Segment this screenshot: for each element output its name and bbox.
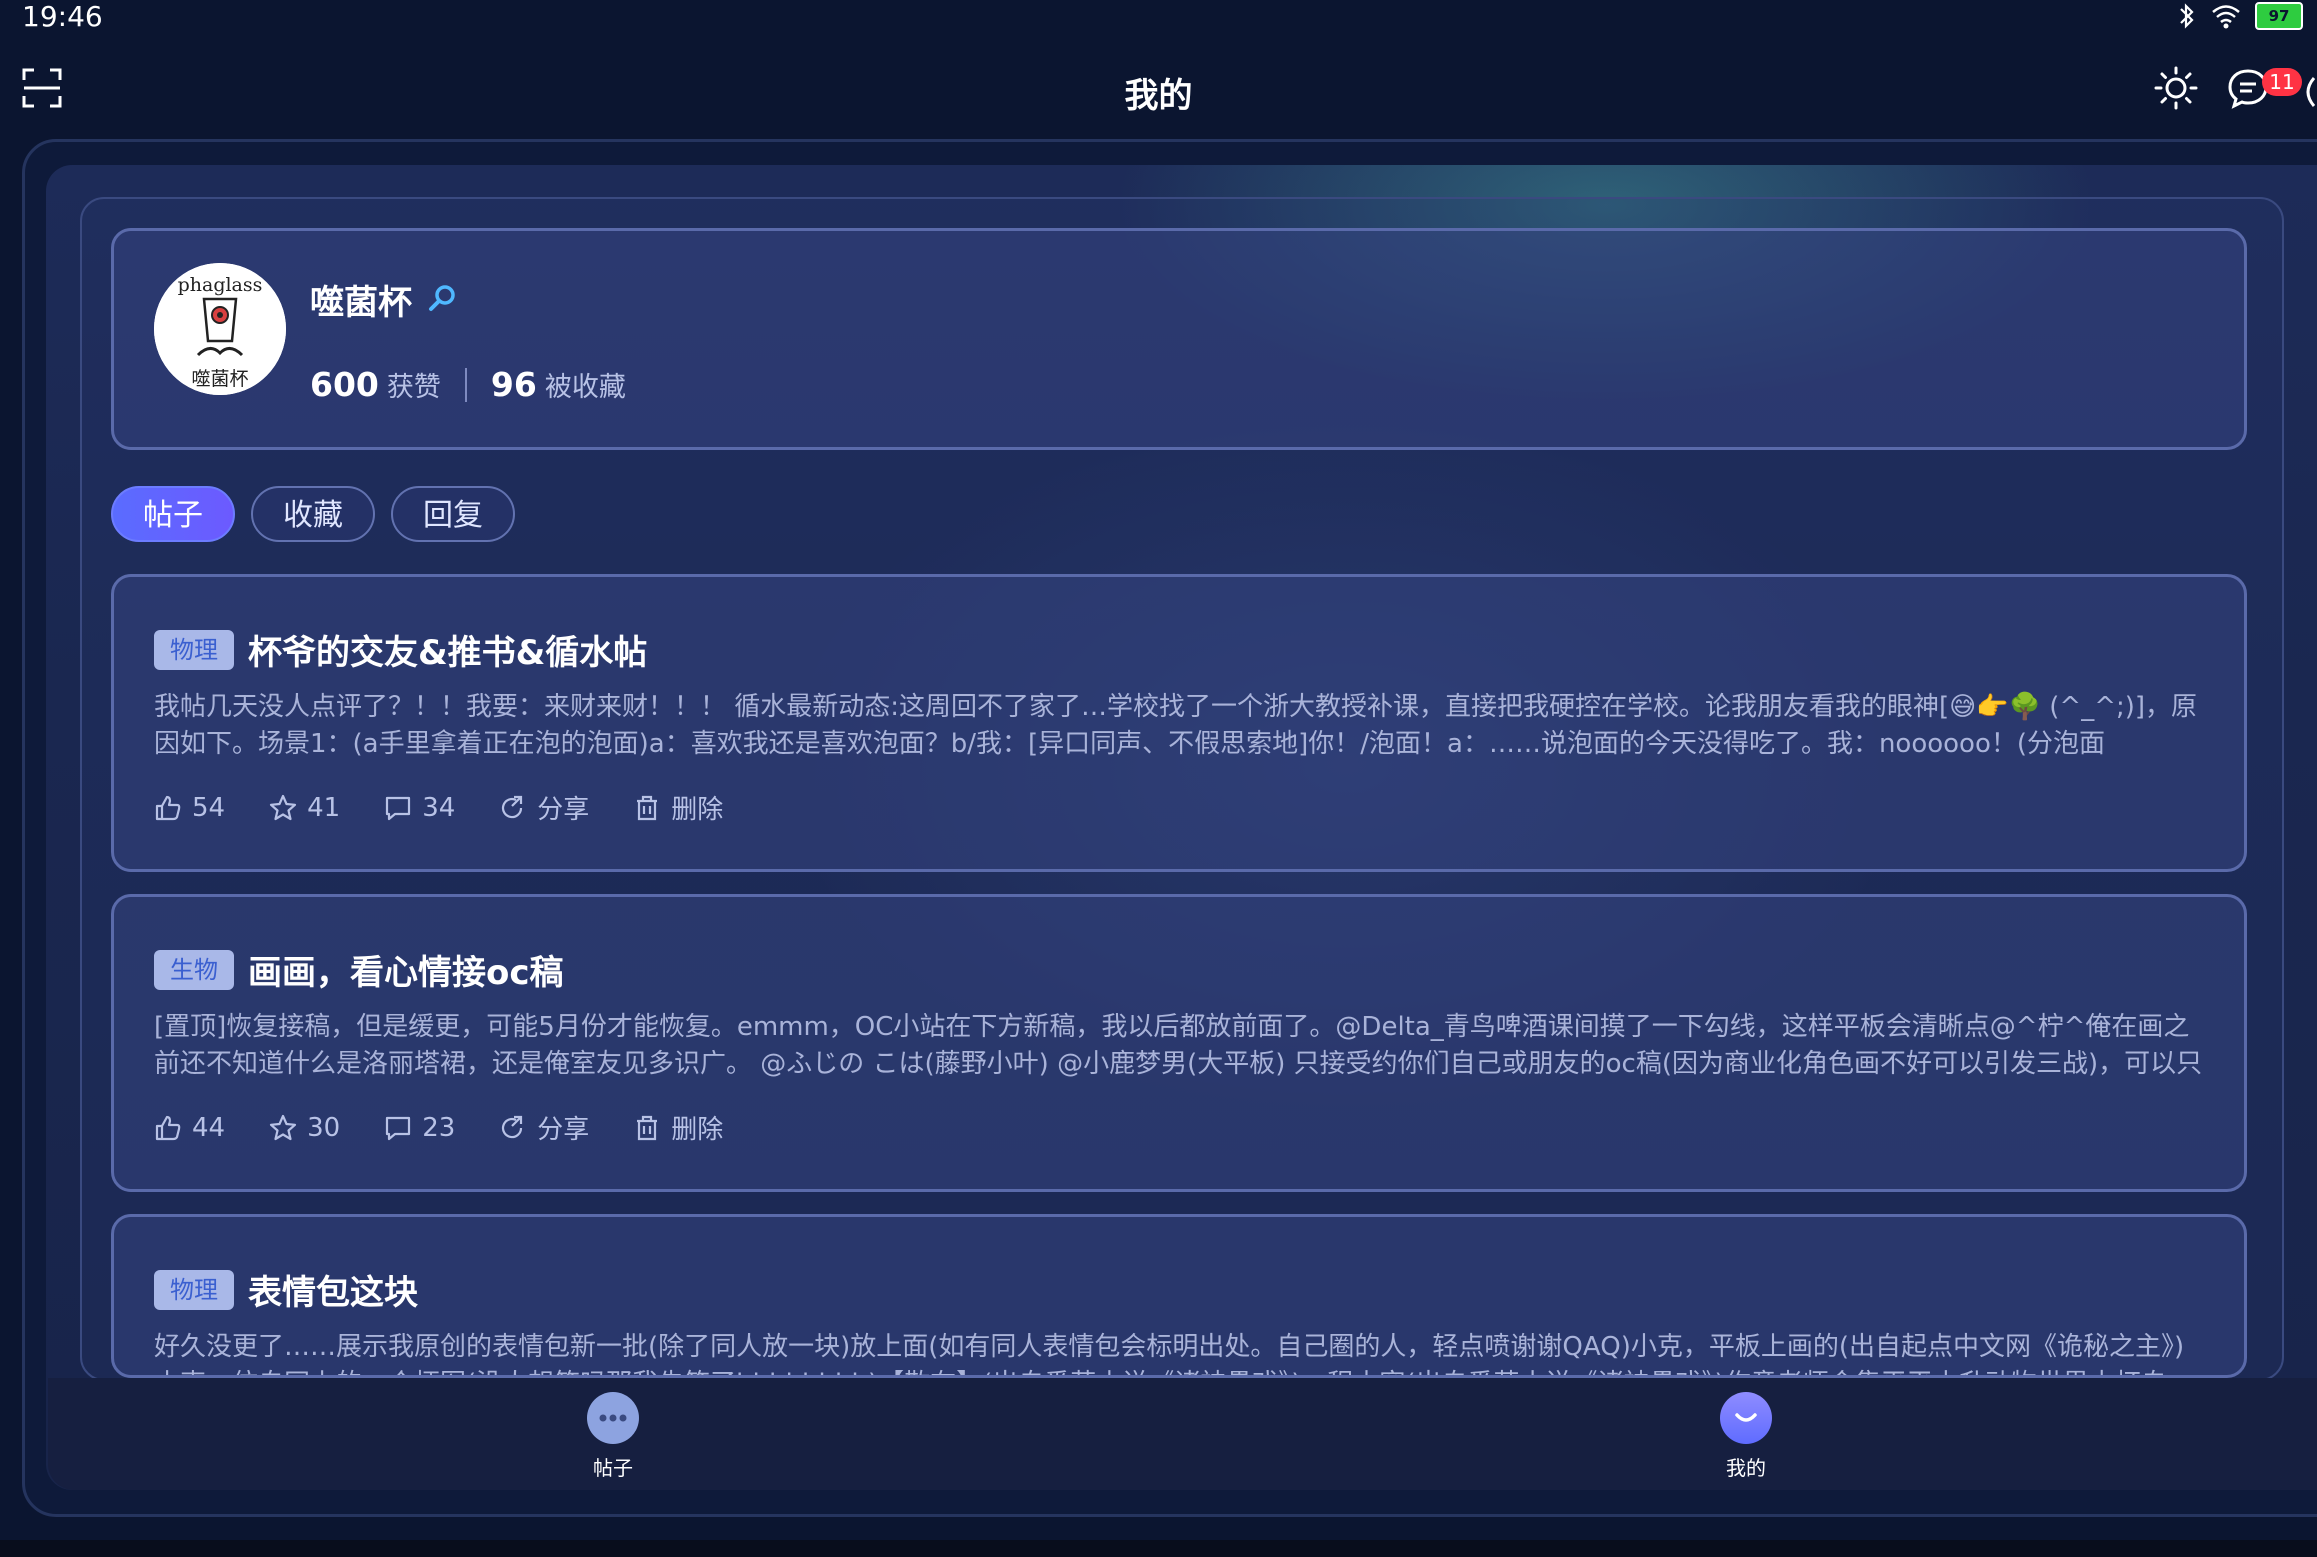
post-header: 物理 杯爷的交友&推书&循水帖 [154, 625, 647, 674]
trash-icon [637, 795, 658, 820]
tab-favorites[interactable]: 收藏 [251, 486, 375, 542]
share-icon [502, 1115, 523, 1138]
comment-icon [386, 1116, 411, 1140]
top-bar: 我的 11 [0, 48, 2317, 138]
system-bottom-bar [0, 1540, 2317, 1557]
like-button[interactable]: 54 [154, 793, 225, 823]
delete-label: 删除 [671, 1115, 724, 1145]
nav-mine[interactable]: 我的 [1686, 1392, 1806, 1481]
trash-icon [637, 1115, 658, 1140]
comment-count: 23 [422, 1112, 456, 1143]
delete-button[interactable]: 删除 [633, 1109, 723, 1146]
star-button[interactable]: 30 [269, 1113, 340, 1143]
post-card[interactable]: 生物 画画，看心情接oc稿 [置顶]恢复接稿，但是缓更，可能5月份才能恢复。em… [111, 894, 2247, 1192]
post-body[interactable]: [置顶]恢复接稿，但是缓更，可能5月份才能恢复。emmm，OC小站在下方新稿，我… [154, 1009, 2210, 1083]
like-count: 54 [192, 792, 226, 823]
profile-stats: 600 获赞 96 被收藏 [310, 365, 626, 404]
message-badge: 11 [2262, 68, 2302, 96]
post-body[interactable]: 好久没更了……展示我原创的表情包新一批(除了同人放一块)放上面(如有同人表情包会… [154, 1329, 2210, 1375]
avatar[interactable]: phaglass 噬菌杯 [154, 263, 286, 395]
profile-face-icon [1720, 1392, 1772, 1444]
stat-divider [464, 367, 467, 402]
comment-count: 34 [422, 792, 456, 823]
post-card[interactable]: 物理 表情包这块 好久没更了……展示我原创的表情包新一批(除了同人放一块)放上面… [111, 1214, 2247, 1378]
share-icon [502, 795, 523, 818]
chat-bubble-icon [587, 1392, 639, 1444]
comment-button[interactable]: 23 [384, 1113, 455, 1143]
like-button[interactable]: 44 [154, 1113, 225, 1143]
share-button[interactable]: 分享 [499, 789, 589, 826]
nav-posts[interactable]: 帖子 [553, 1392, 673, 1481]
sun-icon[interactable] [2154, 66, 2198, 110]
post-title[interactable]: 杯爷的交友&推书&循水帖 [248, 625, 647, 674]
nav-label: 帖子 [593, 1456, 633, 1480]
share-label: 分享 [537, 1115, 590, 1145]
status-icons: 97 [2177, 2, 2303, 30]
nav-label: 我的 [1726, 1456, 1766, 1480]
post-tag[interactable]: 物理 [154, 1269, 234, 1310]
search-badge-icon [429, 285, 455, 311]
content-tabs: 帖子 收藏 回复 [111, 486, 515, 542]
thumbs-up-icon [155, 1115, 181, 1140]
post-tag[interactable]: 生物 [154, 949, 234, 990]
avatar-image: phaglass 噬菌杯 [154, 263, 286, 395]
avatar-text-top: phaglass [178, 274, 263, 296]
status-time: 19:46 [22, 0, 103, 33]
profile-card: phaglass 噬菌杯 噬菌杯 600 获赞 96 被收藏 [111, 228, 2247, 450]
wifi-icon [2212, 5, 2240, 29]
tab-replies[interactable]: 回复 [391, 486, 515, 542]
favorites-count: 96 [490, 365, 537, 404]
post-header: 物理 表情包这块 [154, 1265, 418, 1314]
star-count: 41 [307, 792, 341, 823]
share-label: 分享 [537, 795, 590, 825]
favorites-label: 被收藏 [544, 372, 626, 403]
post-actions: 54 41 34 分享 删除 [154, 789, 723, 826]
bottom-nav: 帖子 我的 [48, 1378, 2317, 1490]
tab-posts[interactable]: 帖子 [111, 486, 235, 542]
post-card[interactable]: 物理 杯爷的交友&推书&循水帖 我帖几天没人点评了？！！我要：来财来财！！！ 循… [111, 574, 2247, 872]
more-icon[interactable] [2300, 72, 2317, 112]
bluetooth-icon [2180, 3, 2194, 29]
delete-button[interactable]: 删除 [633, 789, 723, 826]
username: 噬菌杯 [310, 283, 412, 323]
post-title[interactable]: 画画，看心情接oc稿 [248, 945, 564, 994]
star-count: 30 [307, 1112, 341, 1143]
comment-icon [386, 796, 411, 820]
star-icon [269, 794, 297, 820]
star-icon [269, 1114, 297, 1140]
page-title: 我的 [1124, 76, 1193, 116]
post-tag[interactable]: 物理 [154, 629, 234, 670]
battery-icon: 97 [2255, 2, 2303, 30]
post-header: 生物 画画，看心情接oc稿 [154, 945, 564, 994]
like-count: 44 [192, 1112, 226, 1143]
delete-label: 删除 [671, 795, 724, 825]
likes-label: 获赞 [386, 372, 441, 403]
status-bar: 19:46 97 [0, 0, 2317, 36]
share-button[interactable]: 分享 [499, 1109, 589, 1146]
avatar-text-bottom: 噬菌杯 [191, 368, 248, 390]
post-title[interactable]: 表情包这块 [248, 1265, 418, 1314]
post-actions: 44 30 23 分享 删除 [154, 1109, 723, 1146]
star-button[interactable]: 41 [269, 793, 340, 823]
post-body[interactable]: 我帖几天没人点评了？！！我要：来财来财！！！ 循水最新动态:这周回不了家了…学校… [154, 689, 2210, 763]
thumbs-up-icon [155, 795, 181, 820]
likes-count: 600 [310, 365, 379, 404]
comment-button[interactable]: 34 [384, 793, 455, 823]
